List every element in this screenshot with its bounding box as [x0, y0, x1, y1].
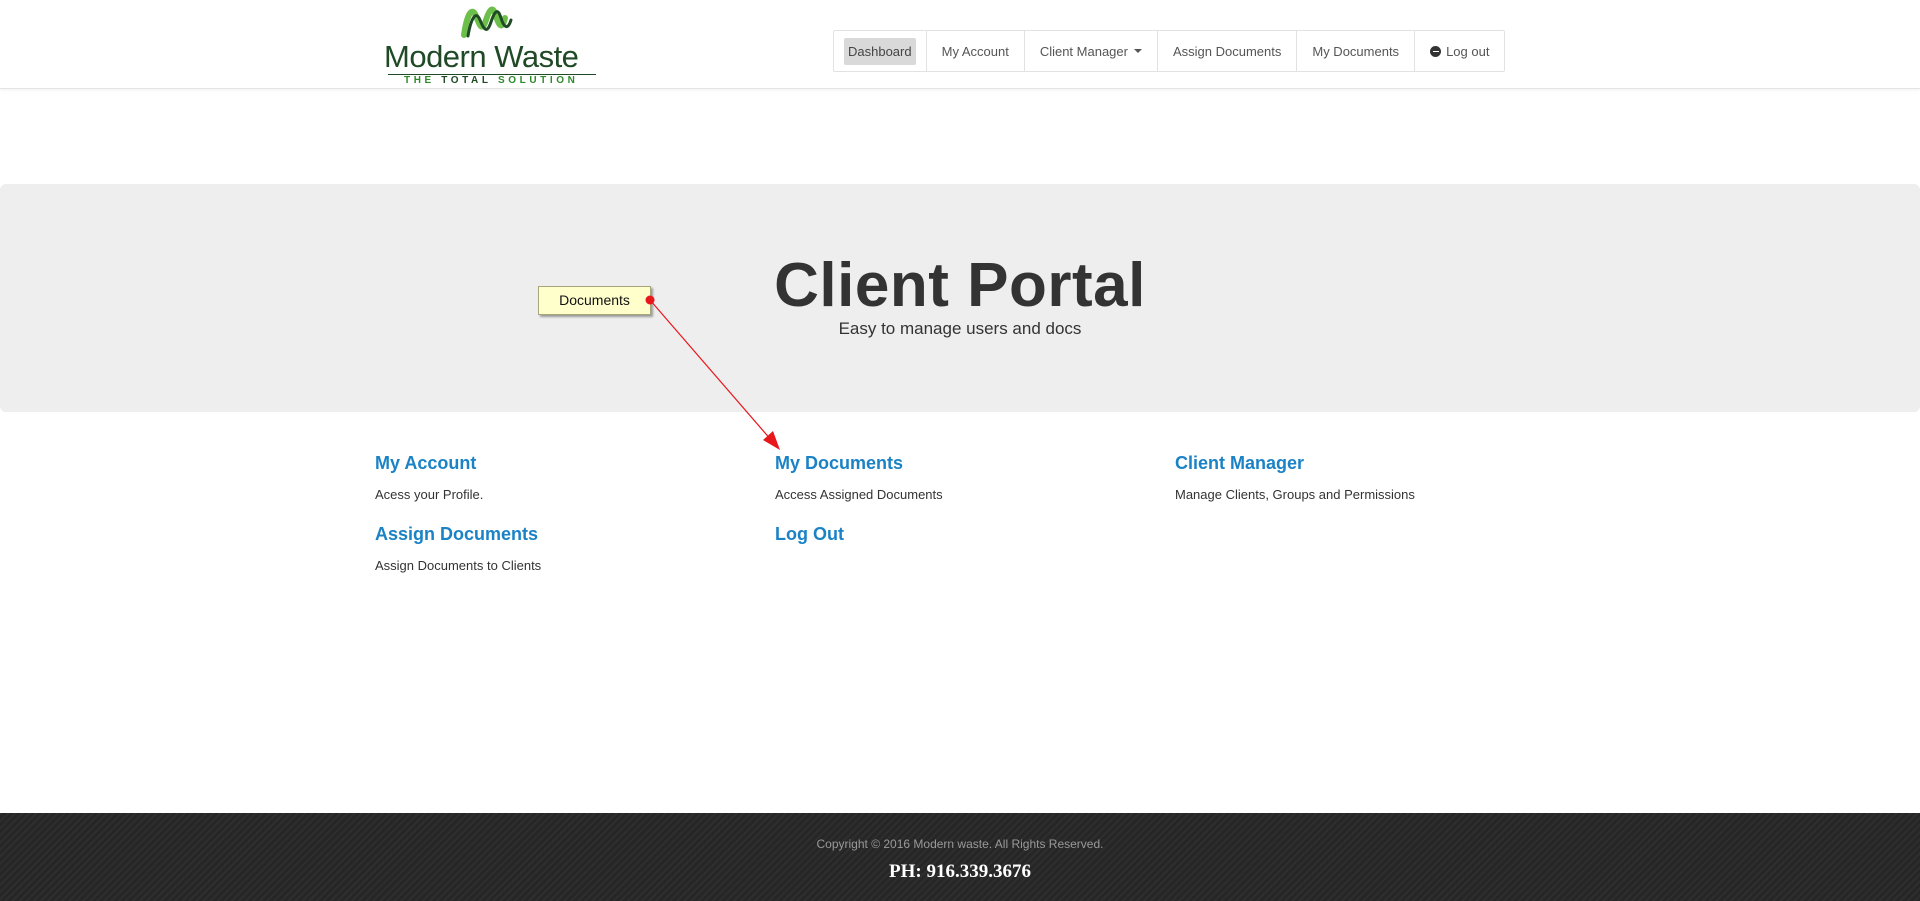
log-out-link[interactable]: Log Out [775, 524, 844, 545]
phone-number: PH: 916.339.3676 [889, 861, 1031, 882]
my-account-description: Acess your Profile. [375, 487, 484, 502]
feature-my-documents: My Documents Access Assigned Documents [775, 453, 943, 502]
my-documents-description: Access Assigned Documents [775, 487, 943, 502]
feature-my-account: My Account Acess your Profile. [375, 453, 483, 502]
nav-assign-documents-label: Assign Documents [1172, 43, 1282, 59]
feature-assign-documents: Assign Documents Assign Documents to Cli… [375, 524, 541, 573]
site-footer: Copyright © 2016 Modern waste. All Right… [0, 813, 1920, 901]
nav-assign-documents[interactable]: Assign Documents [1156, 31, 1296, 71]
logo-wave-icon [461, 6, 513, 38]
nav-client-manager-dropdown[interactable]: Client Manager [1023, 31, 1157, 71]
modern-waste-logo[interactable]: Modern Waste THE TOTAL SOLUTION [384, 2, 600, 86]
nav-dashboard-label: Dashboard [844, 37, 916, 65]
annotation-arrow-head [763, 431, 780, 450]
feature-client-manager: Client Manager Manage Clients, Groups an… [1175, 453, 1415, 502]
nav-dashboard[interactable]: Dashboard [834, 31, 926, 71]
nav-my-account[interactable]: My Account [925, 31, 1024, 71]
nav-my-account-label: My Account [941, 43, 1009, 59]
nav-client-manager-label: Client Manager [1039, 43, 1128, 59]
client-manager-link[interactable]: Client Manager [1175, 453, 1415, 474]
copyright-text: Copyright © 2016 Modern waste. All Right… [816, 837, 1104, 851]
caret-down-icon [1133, 49, 1142, 53]
client-manager-description: Manage Clients, Groups and Permissions [1175, 487, 1415, 502]
main-nav: Dashboard My Account Client Manager Assi… [833, 30, 1506, 72]
annotation-callout: Documents [538, 286, 651, 315]
hero-banner: Client Portal Easy to manage users and d… [0, 184, 1920, 412]
nav-log-out[interactable]: Log out [1414, 31, 1504, 71]
site-header: Modern Waste THE TOTAL SOLUTION Dashboar… [0, 0, 1920, 89]
my-account-link[interactable]: My Account [375, 453, 483, 474]
annotation-arrow [645, 295, 780, 450]
page-subtitle: Easy to manage users and docs [838, 319, 1082, 338]
my-documents-link[interactable]: My Documents [775, 453, 943, 474]
assign-documents-link[interactable]: Assign Documents [375, 524, 541, 545]
logo-tagline: THE TOTAL SOLUTION [404, 75, 579, 86]
minus-circle-icon [1430, 45, 1442, 57]
nav-my-documents-label: My Documents [1312, 43, 1400, 59]
nav-my-documents[interactable]: My Documents [1296, 31, 1414, 71]
feature-log-out: Log Out [775, 524, 844, 545]
assign-documents-description: Assign Documents to Clients [375, 558, 542, 573]
logo-wordmark: Modern Waste [384, 39, 579, 74]
page-title: Client Portal [774, 251, 1146, 320]
nav-log-out-label: Log out [1446, 43, 1490, 59]
